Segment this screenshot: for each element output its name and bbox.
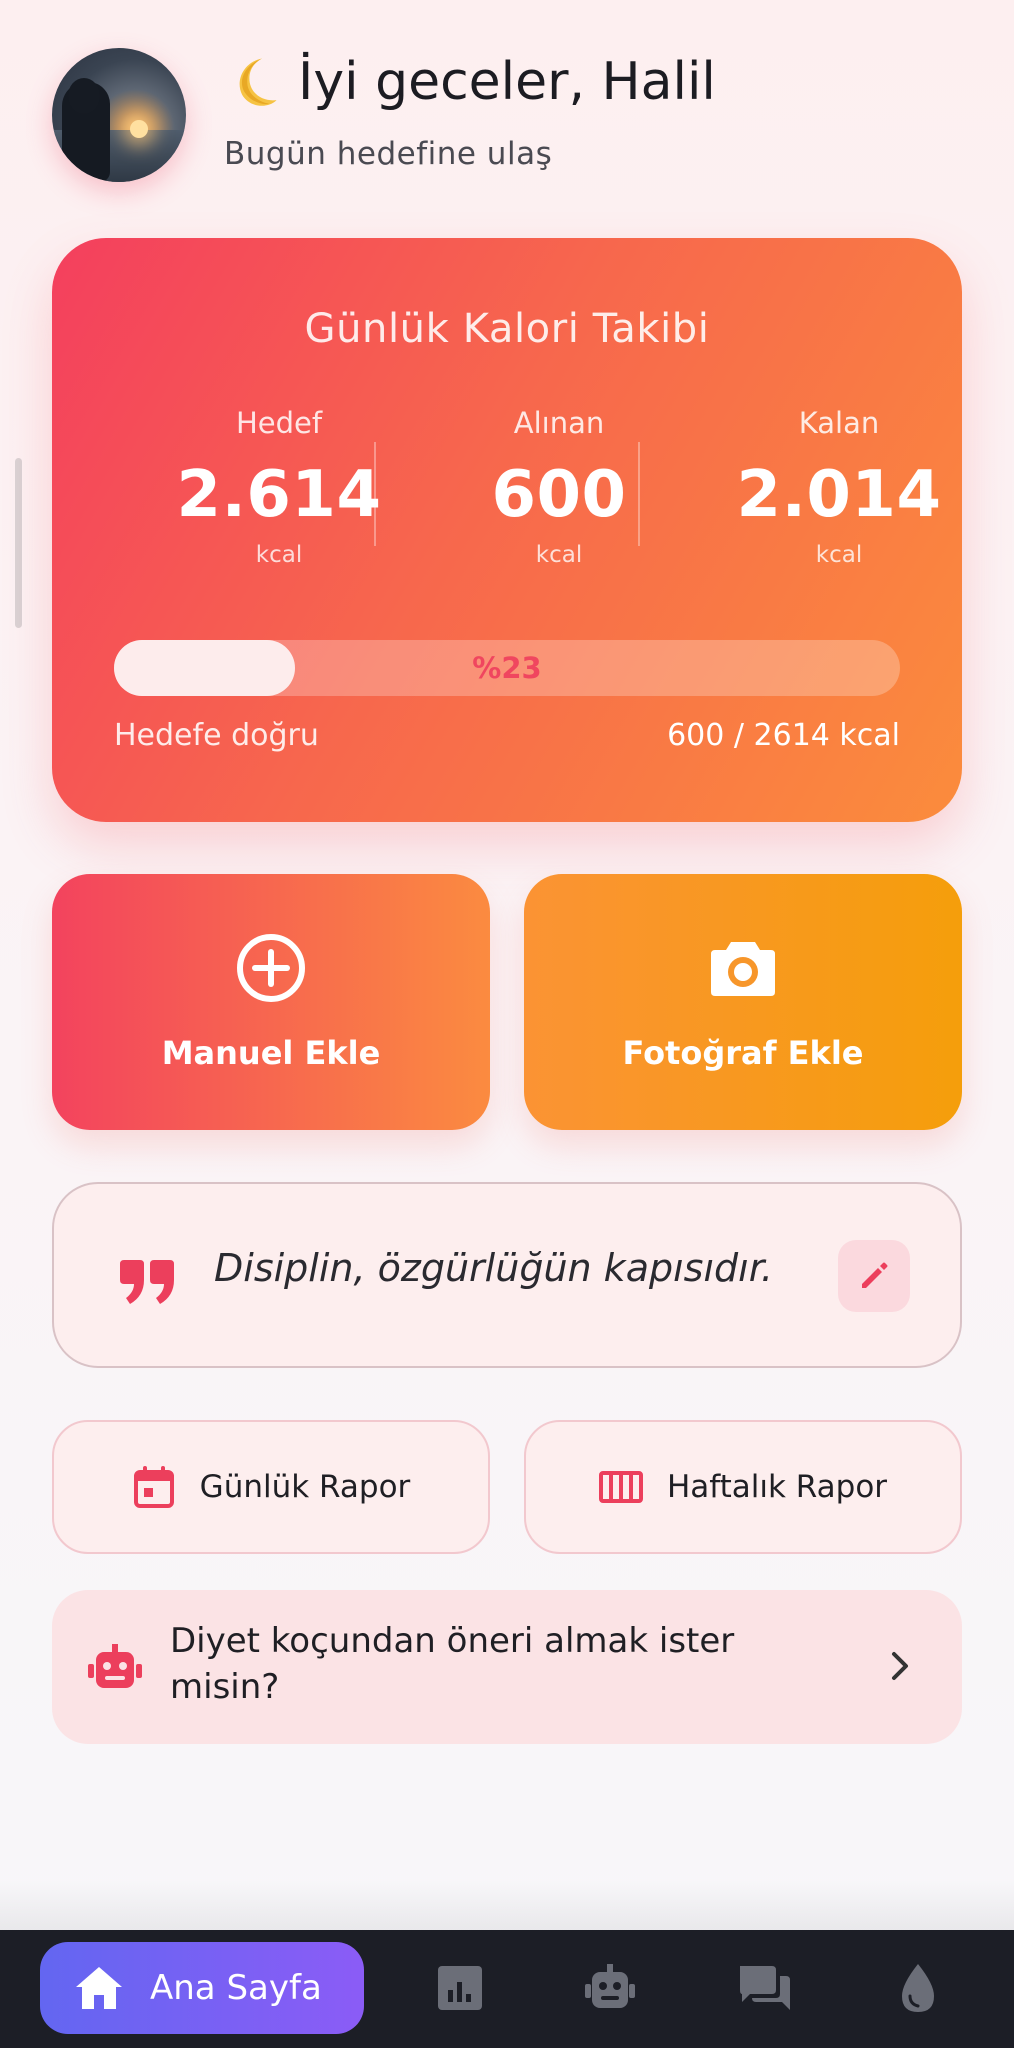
stat-remaining-value: 2.014 (736, 458, 942, 532)
progress-ratio: 600 / 2614 kcal (667, 718, 900, 753)
greeting-title: İyi geceler, Halil (224, 52, 716, 112)
motivation-quote-card: Disiplin, özgürlüğün kapısıdır. (52, 1182, 962, 1368)
camera-icon (711, 942, 775, 996)
stat-remaining-unit: kcal (815, 542, 863, 568)
water-drop-icon (902, 1964, 934, 2012)
home-icon (76, 1967, 122, 2009)
stat-consumed: Alınan 600 kcal (429, 406, 689, 568)
crescent-moon-icon (239, 58, 277, 106)
calorie-tracker-card: Günlük Kalori Takibi Hedef 2.614 kcal Al… (52, 238, 962, 822)
weekly-report-label: Haftalık Rapor (666, 1469, 888, 1505)
stat-consumed-value: 600 (491, 458, 627, 532)
stat-target: Hedef 2.614 kcal (149, 406, 409, 568)
stat-remaining-label: Kalan (798, 406, 880, 440)
weekly-report-button[interactable]: Haftalık Rapor (524, 1420, 962, 1554)
manual-add-label: Manuel Ekle (161, 1034, 381, 1072)
stat-consumed-unit: kcal (535, 542, 583, 568)
progress-caption: Hedefe doğru (114, 718, 319, 753)
calorie-progress-percent: %23 (472, 651, 542, 685)
photo-add-label: Fotoğraf Ekle (622, 1034, 864, 1072)
greeting-subtitle: Bugün hedefine ulaş (224, 136, 553, 172)
pencil-icon (862, 1262, 888, 1288)
stat-target-unit: kcal (255, 542, 303, 568)
manual-add-button[interactable]: Manuel Ekle (52, 874, 490, 1130)
greeting-text: İyi geceler, Halil (298, 52, 716, 112)
stat-consumed-label: Alınan (513, 406, 605, 440)
quote-icon (120, 1260, 174, 1304)
chat-icon (740, 1966, 790, 2010)
stat-divider (374, 442, 376, 546)
calorie-progress-bar: %23 (114, 640, 900, 696)
calorie-card-title: Günlük Kalori Takibi (304, 306, 710, 352)
stat-remaining: Kalan 2.014 kcal (709, 406, 969, 568)
nav-chat-button[interactable] (736, 1960, 792, 2016)
edit-quote-button[interactable] (838, 1240, 910, 1312)
daily-report-label: Günlük Rapor (199, 1469, 411, 1505)
nav-shadow (0, 1880, 1014, 1930)
robot-icon (88, 1644, 142, 1688)
avatar[interactable] (52, 48, 186, 182)
robot-icon (585, 1964, 635, 2008)
stat-divider (638, 442, 640, 546)
chevron-right-icon (892, 1652, 908, 1680)
week-columns-icon (598, 1471, 643, 1503)
diet-coach-text: Diyet koçundan öneri almak ister misin? (170, 1621, 735, 1707)
stat-target-label: Hedef (235, 406, 323, 440)
nav-home-button[interactable]: Ana Sayfa (40, 1942, 364, 2034)
photo-add-button[interactable]: Fotoğraf Ekle (524, 874, 962, 1130)
stat-target-value: 2.614 (176, 458, 382, 532)
calendar-icon (133, 1466, 174, 1508)
plus-circle-icon (237, 934, 305, 1002)
scroll-indicator[interactable] (15, 458, 22, 628)
nav-stats-button[interactable] (432, 1960, 488, 2016)
nav-water-button[interactable] (890, 1960, 946, 2016)
header: İyi geceler, Halil Bugün hedefine ulaş (52, 48, 962, 188)
nav-coach-button[interactable] (582, 1960, 638, 2016)
stats-icon (438, 1966, 482, 2010)
diet-coach-prompt[interactable]: Diyet koçundan öneri almak ister misin? (52, 1590, 962, 1744)
bottom-navigation: Ana Sayfa (0, 1930, 1014, 2048)
daily-report-button[interactable]: Günlük Rapor (52, 1420, 490, 1554)
nav-home-label: Ana Sayfa (150, 1968, 322, 2008)
quote-text: Disiplin, özgürlüğün kapısıdır. (214, 1246, 773, 1290)
